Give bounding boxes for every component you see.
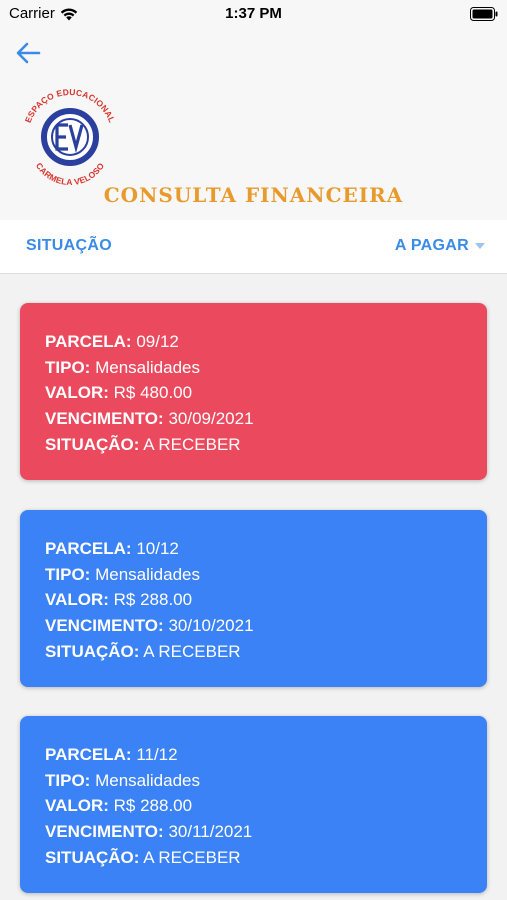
parcela-label: PARCELA: (45, 539, 132, 558)
status-bar: Carrier 1:37 PM (0, 0, 507, 30)
situacao-value: A RECEBER (143, 434, 241, 454)
valor-label: VALOR: (45, 796, 109, 816)
tipo-value: Mensalidades (95, 564, 200, 584)
valor-label: VALOR: (45, 383, 109, 403)
vencimento-value: 30/09/2021 (168, 409, 254, 429)
installment-card[interactable]: PARCELA: 09/12 TIPO: Mensalidades VALOR:… (20, 303, 487, 480)
vencimento-label: VENCIMENTO: (45, 616, 164, 636)
parcela-label: PARCELA: (45, 332, 132, 351)
status-filter-bar: SITUAÇÃO A PAGAR (0, 220, 507, 274)
situacao-label: SITUAÇÃO: (45, 847, 140, 867)
card-line-valor: VALOR: R$ 288.00 (45, 587, 487, 613)
chevron-down-icon (475, 243, 485, 249)
card-line-situacao: SITUAÇÃO: A RECEBER (45, 432, 487, 458)
filter-selected-value: A PAGAR (394, 237, 469, 254)
situacao-label: SITUAÇÃO: (45, 434, 140, 454)
tipo-value: Mensalidades (95, 770, 200, 790)
school-logo: ESPAÇO EDUCACIONAL CARMELA VELOSO (23, 87, 117, 185)
card-line-situacao: SITUAÇÃO: A RECEBER (45, 845, 487, 871)
valor-value: R$ 288.00 (113, 590, 193, 610)
card-line-vencimento: VENCIMENTO: 30/09/2021 (45, 406, 487, 432)
tipo-label: TIPO: (45, 564, 91, 584)
card-line-tipo: TIPO: Mensalidades (45, 768, 487, 794)
arrow-left-icon[interactable] (14, 40, 44, 66)
installment-card[interactable]: PARCELA: 11/12 TIPO: Mensalidades VALOR:… (20, 716, 487, 893)
situacao-label: SITUAÇÃO: (45, 641, 140, 661)
card-line-vencimento: VENCIMENTO: 30/10/2021 (45, 613, 487, 639)
card-line-parcela: PARCELA: 11/12 (45, 742, 487, 768)
status-time: 1:37 PM (225, 5, 282, 22)
page-title: CONSULTA FINANCEIRA (103, 183, 404, 207)
app-header: ESPAÇO EDUCACIONAL CARMELA VELOSO CONSUL… (0, 30, 507, 220)
filter-label: SITUAÇÃO (26, 237, 112, 254)
tipo-value: Mensalidades (95, 357, 200, 377)
valor-label: VALOR: (45, 590, 109, 610)
battery-icon (470, 7, 498, 21)
parcela-label: PARCELA: (45, 745, 132, 764)
status-filter-dropdown[interactable]: A PAGAR (395, 237, 485, 255)
parcela-value: 09/12 (136, 332, 179, 351)
tipo-label: TIPO: (45, 357, 91, 377)
card-line-parcela: PARCELA: 10/12 (45, 536, 487, 562)
situacao-value: A RECEBER (143, 847, 241, 867)
installment-card[interactable]: PARCELA: 10/12 TIPO: Mensalidades VALOR:… (20, 510, 487, 687)
vencimento-label: VENCIMENTO: (45, 822, 164, 842)
vencimento-value: 30/10/2021 (168, 616, 254, 636)
vencimento-value: 30/11/2021 (168, 822, 253, 842)
card-line-tipo: TIPO: Mensalidades (45, 562, 487, 588)
vencimento-label: VENCIMENTO: (45, 409, 164, 429)
card-line-situacao: SITUAÇÃO: A RECEBER (45, 639, 487, 665)
tipo-label: TIPO: (45, 770, 91, 790)
card-line-tipo: TIPO: Mensalidades (45, 355, 487, 381)
card-line-valor: VALOR: R$ 480.00 (45, 380, 487, 406)
situacao-value: A RECEBER (143, 641, 241, 661)
parcela-value: 11/12 (136, 745, 178, 764)
card-line-vencimento: VENCIMENTO: 30/11/2021 (45, 819, 487, 845)
valor-value: R$ 288.00 (113, 796, 193, 816)
valor-value: R$ 480.00 (113, 383, 193, 403)
card-line-parcela: PARCELA: 09/12 (45, 329, 487, 355)
parcela-value: 10/12 (136, 539, 179, 558)
card-line-valor: VALOR: R$ 288.00 (45, 793, 487, 819)
